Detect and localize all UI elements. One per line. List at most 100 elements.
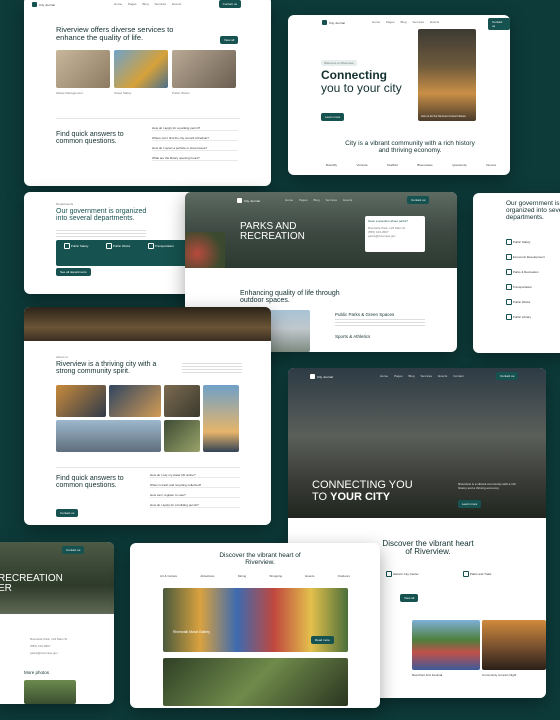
recreation-contacts: Riverside Park, 123 Main St (555) 123-45…: [30, 636, 67, 657]
nav-item-pages[interactable]: Pages: [128, 2, 137, 6]
site-logo[interactable]: City Journal: [322, 20, 345, 25]
service-image-works: [172, 50, 236, 88]
nav-item-events[interactable]: Events: [343, 198, 352, 202]
logo-text: City Journal: [39, 2, 55, 7]
contact-button[interactable]: Contact us: [62, 546, 85, 554]
nav-item-blog[interactable]: Blog: [401, 20, 407, 24]
contact-button[interactable]: Contact us: [407, 196, 430, 204]
nav-item-blog[interactable]: Blog: [314, 198, 320, 202]
gallery-image: [203, 385, 239, 452]
service-label-safety[interactable]: Street Safety: [114, 91, 131, 95]
nav-item-services[interactable]: Services: [326, 198, 338, 202]
nav-item-services[interactable]: Services: [413, 20, 425, 24]
nav-item-home[interactable]: Home: [372, 20, 380, 24]
dark-hero-blurb: Riverview is a vibrant community with a …: [458, 482, 517, 490]
site-logo[interactable]: City Journal: [237, 198, 260, 203]
contact-email[interactable]: parks@riverview.gov: [368, 234, 422, 238]
nav-item-events[interactable]: Events: [172, 2, 181, 6]
photo-thumbnail[interactable]: [24, 680, 76, 704]
about-tag: About us: [56, 355, 68, 359]
nav-item-home[interactable]: Home: [285, 198, 293, 202]
nav-item-pages[interactable]: Pages: [299, 198, 308, 202]
contact-button[interactable]: Contact us: [488, 18, 510, 30]
learn-more-button[interactable]: Learn more: [321, 113, 345, 121]
tab-events[interactable]: Events: [305, 574, 314, 578]
mural-title: Riverwalk Mural Gallery: [173, 630, 210, 634]
nav-item-blog[interactable]: Blog: [409, 374, 415, 378]
home-hero-card: City Journal Home Pages Blog Services Ev…: [288, 15, 510, 175]
service-label-waste[interactable]: Waste Management: [56, 91, 83, 95]
nav-item-pages[interactable]: Pages: [386, 20, 395, 24]
learn-more-button[interactable]: Learn more: [458, 500, 482, 508]
hero-title-line2: you to your city: [321, 81, 402, 95]
dept-item[interactable]: Economic Development: [513, 255, 545, 259]
tab-art-culture[interactable]: Art & Culture: [160, 574, 177, 578]
dept-transportation[interactable]: Transportation: [155, 244, 174, 248]
nav-item-blog[interactable]: Blog: [143, 2, 149, 6]
dept-item[interactable]: Parks & Recreation: [513, 270, 539, 274]
logo-icon: [310, 374, 315, 379]
dept-public-works[interactable]: Public Works: [113, 244, 130, 248]
discover-link[interactable]: Parks and Trails: [463, 571, 491, 577]
parks-section-sports: Sports & Athletics: [335, 334, 371, 339]
faq-item[interactable]: When is trash and recycling collected?: [150, 483, 240, 488]
nav-item-pages[interactable]: Pages: [394, 374, 403, 378]
faq-item[interactable]: How do I report a pothole or street issu…: [152, 146, 238, 151]
view-all-services-button[interactable]: View all: [220, 36, 239, 44]
tab-outdoors[interactable]: Outdoors: [338, 574, 350, 578]
parks-title: PARKS AND RECREATION: [240, 222, 305, 242]
faq-item[interactable]: What are the library opening hours?: [152, 156, 238, 161]
nav-item-home[interactable]: Home: [380, 374, 388, 378]
contact-button[interactable]: Contact us: [218, 0, 241, 8]
parks-subtitle: Enhancing quality of life through outdoo…: [240, 290, 340, 305]
contact-button[interactable]: Contact us: [496, 372, 519, 380]
contact-address: Riverside Park, 123 Main St: [30, 637, 68, 641]
top-nav: Home Pages Blog Services Events: [372, 20, 439, 24]
service-label-works[interactable]: Public Works: [172, 91, 189, 95]
site-logo[interactable]: City Journal: [32, 2, 55, 7]
partner-logo: Quantumly: [452, 163, 467, 167]
read-more-button[interactable]: Read more: [311, 636, 334, 644]
tree-icon: [506, 269, 512, 276]
leaf-icon: [463, 571, 469, 577]
departments-heading: Our government is organized into several…: [56, 208, 147, 223]
dept-public-safety[interactable]: Public Safety: [71, 244, 89, 248]
nav-item-events[interactable]: Events: [430, 20, 439, 24]
departments-list-card: Our government is organized into several…: [473, 193, 560, 353]
partner-logo: Nexora: [486, 163, 496, 167]
site-logo[interactable]: City Journal: [310, 374, 333, 379]
parks-section-green: Public Parks & Green Spaces: [335, 312, 395, 317]
faq-item[interactable]: Where can I find the city council schedu…: [152, 136, 238, 141]
tab-attractions[interactable]: Attractions: [200, 574, 214, 578]
dept-item[interactable]: Public Safety: [513, 240, 531, 244]
contact-us-button[interactable]: Contact us: [56, 509, 79, 517]
partner-logo: Brandify: [326, 163, 338, 167]
tab-dining[interactable]: Dining: [238, 574, 247, 578]
discover-tabs: Art & Culture Attractions Dining Shoppin…: [160, 574, 350, 578]
see-departments-button[interactable]: See all departments: [56, 268, 91, 276]
nav-item-events[interactable]: Events: [438, 374, 447, 378]
dept-item[interactable]: Public Works: [513, 300, 530, 304]
tab-shopping[interactable]: Shopping: [269, 574, 282, 578]
discover-heading: Discover the vibrant heart of Riverview.: [219, 552, 301, 566]
faq-item[interactable]: How do I apply for a building permit?: [150, 503, 240, 508]
nav-item-contact[interactable]: Contact: [453, 374, 463, 378]
outdoor-image: [163, 658, 348, 706]
discover-link[interactable]: Historic City Center: [386, 571, 419, 577]
gallery-caption[interactable]: Riverfront Arts Festival: [412, 673, 442, 677]
nav-item-services[interactable]: Services: [421, 374, 433, 378]
dept-item[interactable]: Public Library: [513, 315, 531, 319]
nav-item-home[interactable]: Home: [114, 2, 122, 6]
bus-icon: [148, 243, 154, 249]
faq-item[interactable]: How do I apply for a parking permit?: [152, 126, 238, 131]
top-nav: Home Pages Blog Services Events Contact: [380, 374, 464, 378]
view-all-button[interactable]: View all: [400, 594, 419, 602]
nav-item-services[interactable]: Services: [155, 2, 167, 6]
dept-item[interactable]: Transportation: [513, 285, 532, 289]
faq-item[interactable]: How do I pay my water bill online?: [150, 473, 240, 478]
contact-phone[interactable]: (555) 123-4567: [30, 643, 67, 650]
faq-item[interactable]: How can I register to vote?: [150, 493, 240, 498]
gallery-caption[interactable]: Community Concert Night: [482, 673, 516, 677]
contact-email[interactable]: parks@riverview.gov: [30, 650, 67, 657]
departments-tag: Departments: [56, 202, 74, 206]
